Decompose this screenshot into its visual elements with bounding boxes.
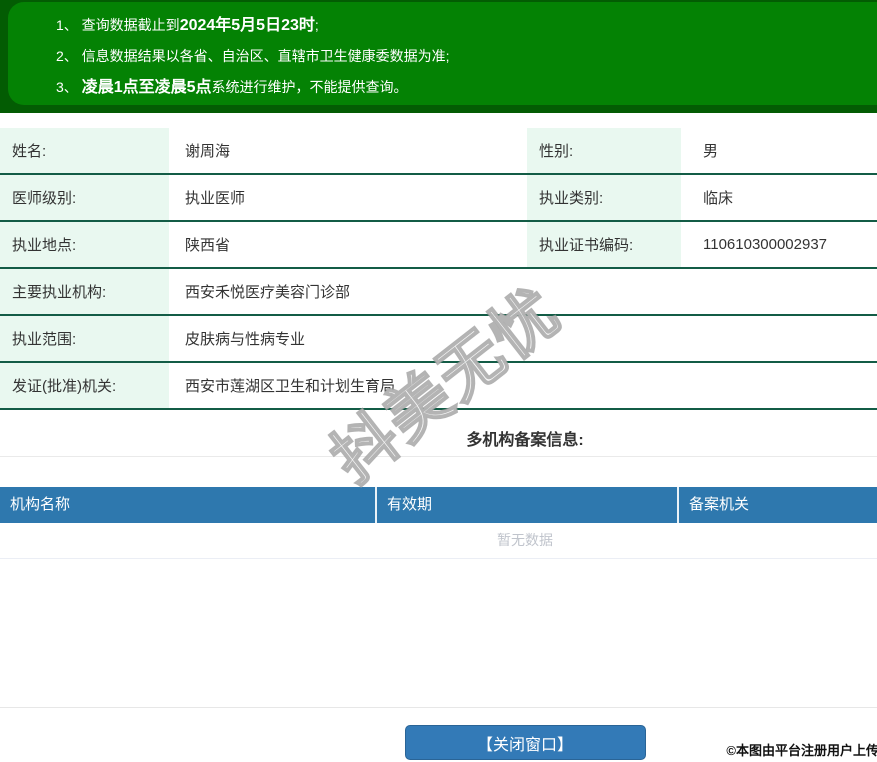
name-label: 姓名:: [0, 128, 169, 173]
table-row: 执业地点: 陕西省 执业证书编码: 110610300002937: [0, 222, 877, 269]
name-value: 谢周海: [169, 128, 527, 173]
table-row: 发证(批准)机关: 西安市莲湖区卫生和计划生育局: [0, 363, 877, 410]
notice-banner: 1、 查询数据截止到2024年5月5日23时; 2、 信息数据结果以各省、自治区…: [8, 2, 877, 105]
notice-banner-edge: 1、 查询数据截止到2024年5月5日23时; 2、 信息数据结果以各省、自治区…: [0, 0, 877, 113]
practice-location-label: 执业地点:: [0, 222, 169, 267]
close-window-button[interactable]: 【关闭窗口】: [405, 725, 646, 760]
notice-line-2: 2、 信息数据结果以各省、自治区、直辖市卫生健康委数据为准;: [56, 41, 877, 72]
gender-label: 性别:: [527, 128, 681, 173]
table-row: 姓名: 谢周海 性别: 男: [0, 128, 877, 175]
table-row: 医师级别: 执业医师 执业类别: 临床: [0, 175, 877, 222]
doctor-info-table: 姓名: 谢周海 性别: 男 医师级别: 执业医师 执业类别: 临床 执业地点: …: [0, 128, 877, 410]
main-institution-value: 西安禾悦医疗美容门诊部: [169, 269, 877, 314]
notice-2-text: 2、 信息数据结果以各省、自治区、直辖市卫生健康委数据为准;: [56, 48, 450, 64]
column-header-authority: 备案机关: [677, 487, 877, 523]
column-header-institution: 机构名称: [0, 487, 375, 523]
issuing-authority-value: 西安市莲湖区卫生和计划生育局: [169, 363, 877, 408]
content-spacer: [0, 559, 877, 708]
practice-scope-label: 执业范围:: [0, 316, 169, 361]
table-row: 主要执业机构: 西安禾悦医疗美容门诊部: [0, 269, 877, 316]
certificate-number-label: 执业证书编码:: [527, 222, 681, 267]
attribution-note: ©本图由平台注册用户上传: [726, 740, 877, 759]
doctor-level-label: 医师级别:: [0, 175, 169, 220]
certificate-number-value: 110610300002937: [681, 222, 877, 267]
table-row: 执业范围: 皮肤病与性病专业: [0, 316, 877, 363]
notice-3-text: 3、: [56, 79, 82, 95]
notice-3-bold: 凌晨1点至凌晨5点: [82, 79, 212, 96]
practice-category-label: 执业类别:: [527, 175, 681, 220]
practice-scope-value: 皮肤病与性病专业: [169, 316, 877, 361]
main-institution-label: 主要执业机构:: [0, 269, 169, 314]
filing-table-header: 机构名称 有效期 备案机关: [0, 487, 877, 523]
notice-1-post: ;: [315, 17, 319, 33]
practice-category-value: 临床: [681, 175, 877, 220]
notice-line-1: 1、 查询数据截止到2024年5月5日23时;: [56, 10, 877, 41]
notice-1-text: 1、 查询数据截止到: [56, 17, 180, 33]
gender-value: 男: [681, 128, 877, 173]
column-header-validity: 有效期: [375, 487, 677, 523]
notice-3-post: 系统进行维护，不能提供查询。: [212, 79, 408, 95]
practice-location-value: 陕西省: [169, 222, 527, 267]
notice-line-3: 3、 凌晨1点至凌晨5点系统进行维护，不能提供查询。: [56, 72, 877, 103]
issuing-authority-label: 发证(批准)机关:: [0, 363, 169, 408]
filing-section-title: 多机构备案信息:: [0, 426, 877, 446]
notice-1-bold: 2024年5月5日23时: [180, 17, 315, 34]
filing-table-empty-state: 暂无数据: [0, 523, 877, 559]
doctor-level-value: 执业医师: [169, 175, 527, 220]
section-divider: [0, 456, 877, 457]
query-result-page: 1、 查询数据截止到2024年5月5日23时; 2、 信息数据结果以各省、自治区…: [0, 0, 877, 760]
